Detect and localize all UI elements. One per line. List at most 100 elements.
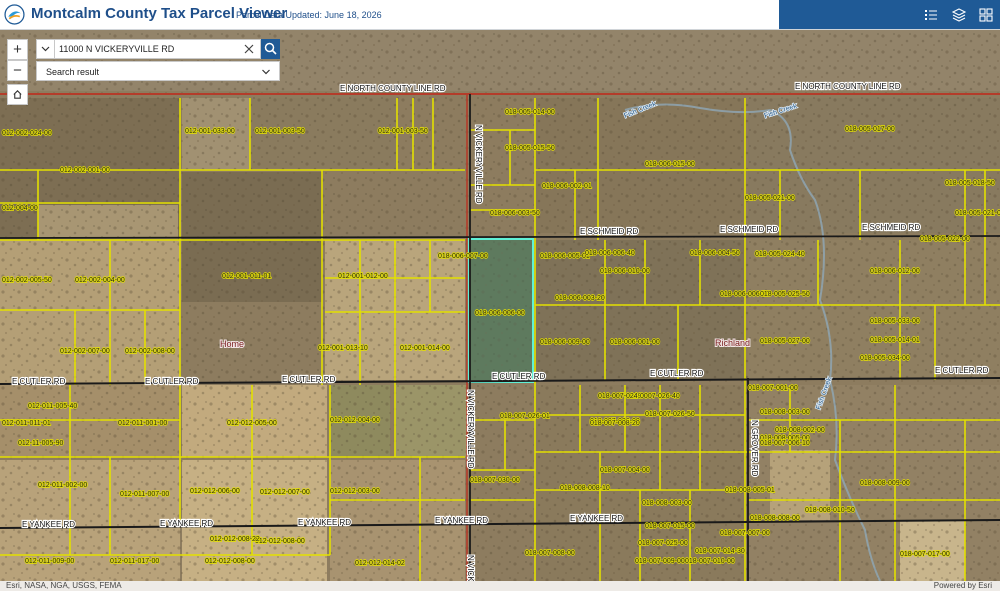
road-label: E SCHMEID RD	[862, 223, 920, 232]
road-label: E YANKEE RD	[435, 516, 488, 525]
parcel-label: 018-005-024-40	[755, 251, 805, 258]
search-icon	[264, 42, 277, 55]
parcel-label: 012-002-007-00	[60, 348, 110, 355]
parcel-label: 012-012-007-00	[260, 489, 310, 496]
road-label: E YANKEE RD	[22, 520, 75, 529]
parcel-label: 012-011-017-00	[110, 558, 159, 565]
zoom-in-button[interactable]: +	[7, 39, 28, 60]
zoom-out-button[interactable]: −	[7, 60, 28, 81]
app-header: Montcalm County Tax Parcel Viewer Parcel…	[0, 0, 1000, 30]
parcel-label: 018-005-015-50	[505, 145, 555, 152]
parcel-label: 018-007-007-00	[720, 530, 770, 537]
parcel-label: 012-012-014-02	[355, 560, 405, 567]
parcel-label: 018-005-014-00	[505, 109, 555, 116]
parcel-label: 012-011-005-40	[28, 403, 77, 410]
close-icon[interactable]	[241, 41, 257, 57]
parcel-label: 018-008-010-50	[805, 507, 855, 514]
parcel-label: 018-007-017-00	[900, 551, 950, 558]
parcel-label: 018-005-033-00	[870, 318, 920, 325]
parcel-label: 018-007-030-00	[470, 477, 520, 484]
parcel-label: 018-006-015-00	[645, 161, 695, 168]
road-label: E SCHMEID RD	[580, 227, 638, 236]
parcel-label: 018-006-006-00	[475, 310, 525, 317]
data-updated-label: Parcel Data Updated: June 18, 2026	[236, 10, 382, 20]
attribution-sources: Esri, NASA, NGA, USGS, FEMA	[6, 581, 122, 590]
parcel-label: 012-012-003-00	[330, 488, 380, 495]
parcel-label: 018-007-006-10	[760, 440, 810, 447]
road-label: N VICKERYVILLE RD	[474, 125, 483, 204]
road-label: E CUTLER RD	[492, 372, 546, 381]
road-label: N VICKERYVILLE RD	[466, 390, 475, 469]
parcel-label: 012-011-011-01	[2, 420, 51, 427]
county-logo-icon	[4, 4, 25, 25]
parcel-label: 018-005-034-00	[860, 355, 910, 362]
parcel-label: 018-006-001-00	[610, 339, 660, 346]
parcel-label: 012-002-001-00	[60, 167, 110, 174]
road-label: E YANKEE RD	[298, 518, 351, 527]
parcel-label: 018-007-024-00	[598, 393, 648, 400]
parcel-label: 018-005-021-00	[745, 195, 795, 202]
parcel-label: 018-006-010-00	[600, 268, 650, 275]
parcel-label: 018-007-025-00	[638, 540, 688, 547]
parcel-label: 018-006-007-00	[438, 253, 488, 260]
parcel-label: 012-001-033-00	[185, 128, 235, 135]
parcel-label: 018-005-017-00	[845, 126, 895, 133]
map-canvas[interactable]: E NORTH COUNTY LINE RD E NORTH COUNTY LI…	[0, 29, 1000, 581]
parcel-label: 012-002-004-00	[75, 277, 125, 284]
parcel-label: 012-001-014-00	[400, 345, 450, 352]
road-label: E YANKEE RD	[160, 519, 213, 528]
parcel-label: 018-007-001-00	[748, 385, 798, 392]
parcel-label: 018-008-002-00	[775, 427, 825, 434]
parcel-label: 018-008-005-01	[725, 487, 775, 494]
search-button[interactable]	[261, 39, 280, 59]
parcel-label: 018-007-015-00	[645, 523, 695, 530]
parcel-label: 012-001-013-10	[318, 345, 368, 352]
parcel-label: 012-11-005-90	[18, 440, 64, 447]
search-result-dropdown[interactable]: Search result	[36, 61, 280, 81]
parcel-label: 018-006-003-50	[490, 210, 540, 217]
parcel-label: 012-011-009-00	[25, 558, 74, 565]
road-label: E SCHMEID RD	[720, 225, 778, 234]
parcel-map[interactable]: E NORTH COUNTY LINE RD E NORTH COUNTY LI…	[0, 29, 1000, 581]
road-label: E CUTLER RD	[12, 377, 66, 386]
chevron-down-icon	[262, 69, 270, 75]
parcel-label: 018-005-018-50	[945, 180, 995, 187]
powered-by-label[interactable]: Powered by Esri	[934, 581, 992, 591]
place-label-home: Home	[220, 339, 244, 349]
home-button[interactable]	[7, 84, 28, 105]
road-label: E NORTH COUNTY LINE RD	[340, 84, 446, 93]
parcel-label: 012-002-008-00	[125, 348, 175, 355]
road-label: N GROVER RD	[750, 420, 759, 477]
parcel-label: 012-012-008-00	[255, 538, 305, 545]
road-label: E YANKEE RD	[570, 514, 623, 523]
search-result-label: Search result	[46, 67, 100, 77]
parcel-label: 018-008-008-10	[560, 485, 610, 492]
search-input[interactable]	[55, 39, 261, 59]
parcel-label: 018-005-022-00	[920, 236, 970, 243]
parcel-label: 012-012-005-00	[227, 420, 277, 427]
parcel-label: 018-005-014-01	[870, 337, 920, 344]
parcel-label: 012-011-007-00	[120, 491, 169, 498]
parcel-label: 012-012-008-00	[205, 558, 255, 565]
parcel-label: 018-007-004-00	[600, 467, 650, 474]
parcel-label: 018-007-026-01	[500, 413, 550, 420]
grid-icon[interactable]	[977, 6, 995, 24]
parcel-label: 012-004-00	[2, 205, 38, 212]
parcel-label: 012-011-001-00	[118, 420, 167, 427]
parcel-label: 018-006-005-01	[540, 253, 590, 260]
parcel-label: 012-012-004-00	[330, 417, 380, 424]
layers-icon[interactable]	[950, 6, 968, 24]
parcel-label: 012-001-003-50	[378, 128, 428, 135]
road-label: E CUTLER RD	[145, 377, 199, 386]
parcel-label: 012-002-024-00	[2, 130, 52, 137]
parcel-label: 018-006-002-01	[542, 183, 592, 190]
parcel-label: 018-008-009-00	[860, 480, 910, 487]
header-toolbar	[779, 0, 1000, 29]
parcel-label: 012-001-012-00	[338, 273, 388, 280]
list-icon[interactable]	[922, 6, 940, 24]
search-source-dropdown[interactable]	[36, 39, 55, 59]
parcel-label: 018-007-009-00	[635, 558, 685, 565]
parcel-label: 012-002-005-50	[2, 277, 52, 284]
road-label: E CUTLER RD	[282, 375, 336, 384]
parcel-label: 012-001-011-01	[222, 273, 271, 280]
